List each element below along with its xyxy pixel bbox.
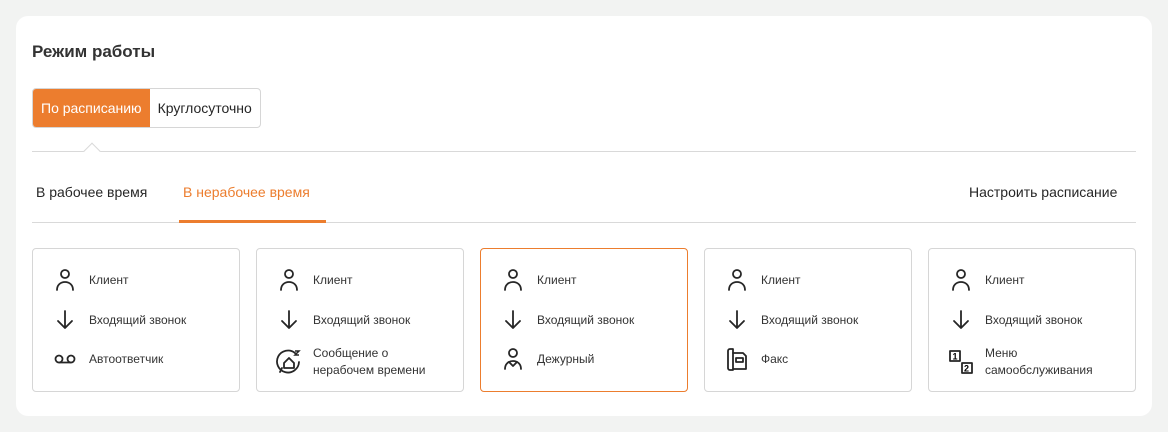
client-label: Клиент (761, 273, 801, 287)
person-icon (499, 266, 527, 294)
arrow-down-icon (275, 306, 303, 334)
call-label: Входящий звонок (761, 313, 858, 327)
target-label: Сообщение о нерабочем времени (313, 345, 443, 379)
scenario-card[interactable]: Клиент Входящий звонок Сообщение о нераб… (256, 248, 464, 392)
call-label: Входящий звонок (313, 313, 410, 327)
arrow-down-icon (51, 306, 79, 334)
target-label: Меню самообслуживания (985, 345, 1075, 379)
arrow-down-icon (499, 306, 527, 334)
voicemail-icon (51, 345, 79, 373)
duty-person-icon (499, 345, 527, 373)
off-hours-message-icon (275, 348, 303, 376)
svg-text:1: 1 (953, 352, 958, 362)
divider (32, 151, 1136, 152)
svg-text:2: 2 (964, 364, 969, 374)
work-mode-panel: Режим работы По расписанию Круглосуточно… (16, 16, 1152, 416)
person-icon (947, 266, 975, 294)
tab-working-hours[interactable]: В рабочее время (36, 184, 147, 200)
person-icon (51, 266, 79, 294)
person-icon (275, 266, 303, 294)
mode-24h[interactable]: Круглосуточно (150, 89, 260, 127)
fax-icon (723, 345, 751, 373)
target-label: Факс (761, 351, 788, 368)
client-label: Клиент (985, 273, 1025, 287)
scenario-card[interactable]: Клиент Входящий звонок Факс (704, 248, 912, 392)
client-label: Клиент (537, 273, 577, 287)
ivr-menu-icon: 12 (947, 348, 975, 376)
target-label: Автоответчик (89, 351, 163, 368)
client-label: Клиент (313, 273, 353, 287)
call-label: Входящий звонок (537, 313, 634, 327)
call-label: Входящий звонок (985, 313, 1082, 327)
arrow-down-icon (723, 306, 751, 334)
tab-off-hours[interactable]: В нерабочее время (183, 184, 310, 200)
configure-schedule-link[interactable]: Настроить расписание (969, 184, 1117, 200)
call-label: Входящий звонок (89, 313, 186, 327)
active-tab-indicator (179, 220, 326, 223)
target-label: Дежурный (537, 351, 594, 368)
scenario-card[interactable]: Клиент Входящий звонок 12 Меню самообслуж… (928, 248, 1136, 392)
mode-scheduled[interactable]: По расписанию (33, 89, 150, 127)
arrow-down-icon (947, 306, 975, 334)
person-icon (723, 266, 751, 294)
scenario-card[interactable]: Клиент Входящий звонок Автоответчик (32, 248, 240, 392)
panel-title: Режим работы (32, 42, 155, 62)
selected-mode-caret (84, 143, 101, 160)
client-label: Клиент (89, 273, 129, 287)
mode-switch: По расписанию Круглосуточно (32, 88, 261, 128)
scenario-card[interactable]: Клиент Входящий звонок Дежурный (480, 248, 688, 392)
